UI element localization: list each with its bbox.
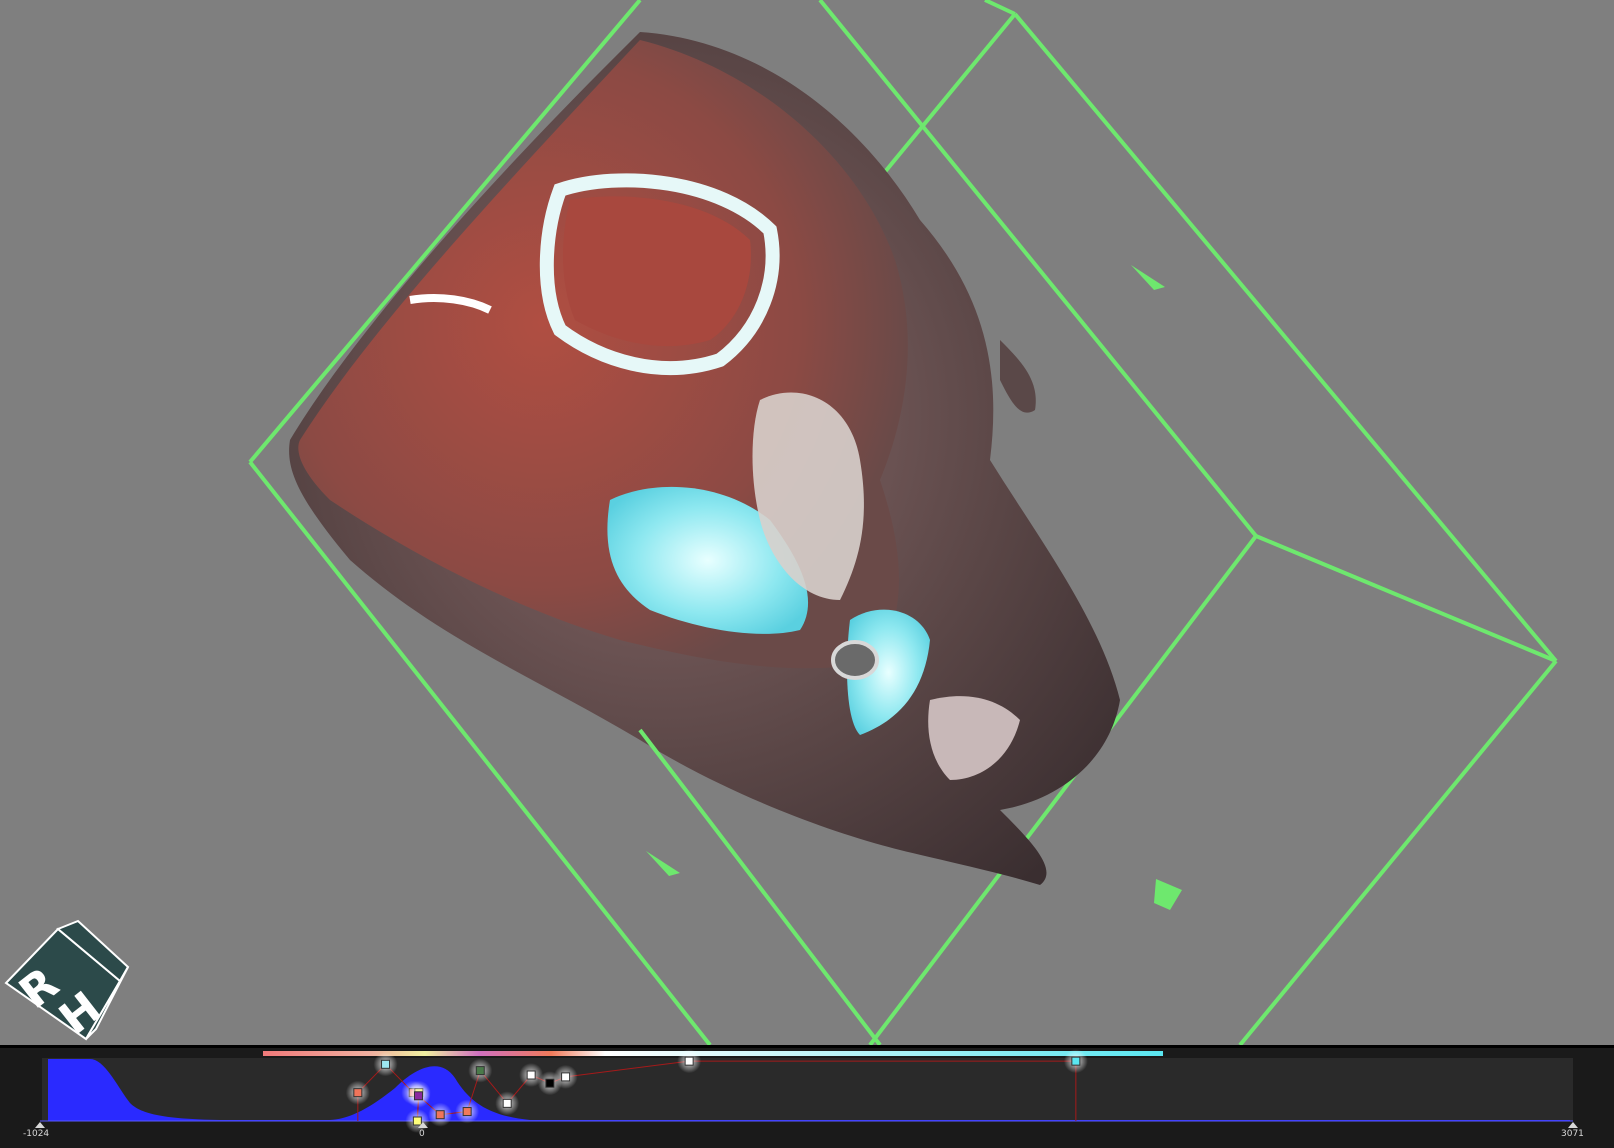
tf-control-point[interactable] <box>684 1056 694 1066</box>
volume-render-viewport[interactable]: R H <box>0 0 1614 1045</box>
clip-handle-upper[interactable] <box>1131 265 1165 290</box>
tf-colorbar <box>263 1051 1163 1056</box>
tf-control-point[interactable] <box>412 1116 422 1126</box>
tf-control-point[interactable] <box>462 1107 472 1117</box>
transfer-function-canvas[interactable]: -1024 0 3071 <box>0 1048 1614 1148</box>
tf-control-point[interactable] <box>381 1059 391 1069</box>
tf-max-marker[interactable] <box>1568 1122 1578 1128</box>
tf-min-marker[interactable] <box>35 1122 45 1128</box>
tf-min-label: -1024 <box>23 1129 49 1139</box>
tf-zero-label: 0 <box>419 1129 425 1139</box>
clip-handle-lower-left[interactable] <box>646 851 680 876</box>
tf-control-point[interactable] <box>545 1078 555 1088</box>
clip-handle-lower-right[interactable] <box>1154 879 1182 910</box>
tf-control-point[interactable] <box>435 1110 445 1120</box>
tf-control-point[interactable] <box>353 1088 363 1098</box>
volume-render-canvas[interactable]: R H <box>0 0 1614 1045</box>
tf-control-point[interactable] <box>561 1072 571 1082</box>
tf-control-point[interactable] <box>413 1091 423 1101</box>
tf-range-ticks: -1024 0 3071 <box>23 1122 1584 1139</box>
tf-control-point[interactable] <box>526 1070 536 1080</box>
tf-control-point[interactable] <box>502 1098 512 1108</box>
tf-control-point[interactable] <box>1071 1056 1081 1066</box>
orientation-cube[interactable]: R H <box>4 919 130 1045</box>
tf-max-label: 3071 <box>1561 1129 1584 1139</box>
transfer-function-editor[interactable]: -1024 0 3071 <box>0 1045 1614 1148</box>
ct-volume-render <box>289 32 1120 885</box>
tf-histogram-area[interactable] <box>42 1058 1573 1121</box>
tf-control-point[interactable] <box>475 1066 485 1076</box>
